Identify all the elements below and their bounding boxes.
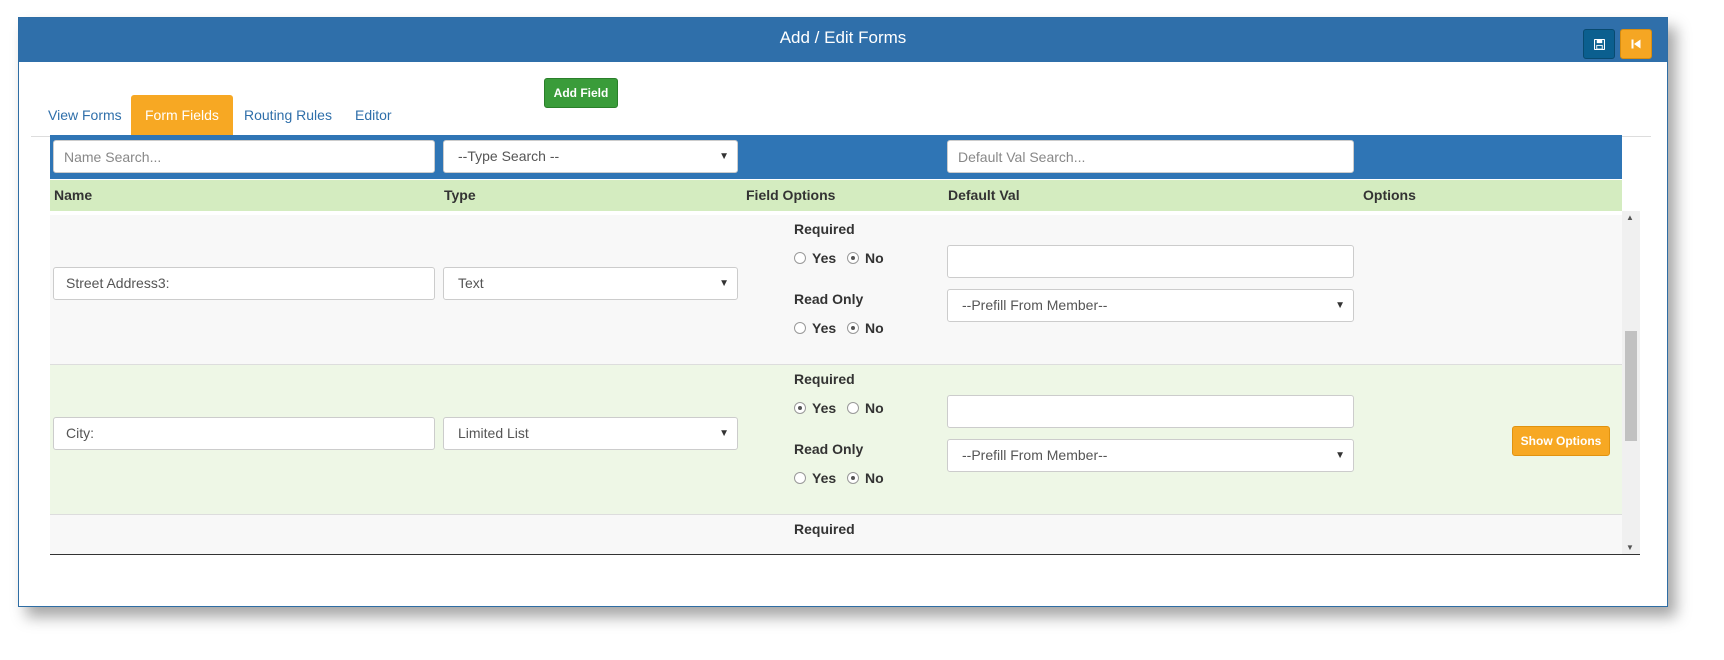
search-row: --Type Search -- ▼ xyxy=(50,135,1622,179)
required-no-radio[interactable] xyxy=(847,402,859,414)
required-yes-label: Yes xyxy=(812,400,837,416)
caret-down-icon: ▼ xyxy=(1335,450,1345,461)
required-label: Required xyxy=(794,371,855,387)
floppy-disk-icon xyxy=(1593,38,1605,50)
read-only-yes-radio[interactable] xyxy=(794,472,806,484)
show-options-button[interactable]: Show Options xyxy=(1512,426,1610,456)
column-header-options: Options xyxy=(1363,187,1416,203)
caret-down-icon: ▼ xyxy=(719,151,729,162)
prefill-select[interactable]: --Prefill From Member-- ▼ xyxy=(947,439,1354,472)
read-only-label: Read Only xyxy=(794,291,864,307)
scroll-down-icon[interactable]: ▼ xyxy=(1626,543,1634,552)
default-val-input[interactable] xyxy=(947,245,1354,278)
field-type-select[interactable]: Limited List ▼ xyxy=(443,417,738,450)
default-val-search-input[interactable] xyxy=(947,140,1354,173)
column-header-type: Type xyxy=(444,187,476,203)
type-search-select[interactable]: --Type Search -- ▼ xyxy=(443,140,738,173)
field-type-value: Text xyxy=(458,275,484,291)
required-no-radio[interactable] xyxy=(847,252,859,264)
read-only-label: Read Only xyxy=(794,441,864,457)
table-row: Required xyxy=(50,515,1622,554)
tab-routing-rules[interactable]: Routing Rules xyxy=(230,95,346,136)
read-only-yes-radio[interactable] xyxy=(794,322,806,334)
read-only-yes-label: Yes xyxy=(812,320,837,336)
required-label: Required xyxy=(794,221,855,237)
prefill-value: --Prefill From Member-- xyxy=(962,447,1108,463)
column-header-name: Name xyxy=(54,187,93,203)
read-only-no-radio[interactable] xyxy=(847,322,859,334)
field-type-select[interactable]: Text ▼ xyxy=(443,267,738,300)
table-row: Street Address3: Text ▼ Required Yes No … xyxy=(50,215,1622,365)
read-only-no-radio[interactable] xyxy=(847,472,859,484)
name-search-input[interactable] xyxy=(53,140,435,173)
save-button[interactable] xyxy=(1583,29,1615,59)
caret-down-icon: ▼ xyxy=(719,278,729,289)
tab-bar: View Forms Form Fields Routing Rules Edi… xyxy=(31,77,1651,137)
required-yes-label: Yes xyxy=(812,250,837,266)
tab-view-forms[interactable]: View Forms xyxy=(34,95,136,136)
column-header-row: Name Type Field Options Default Val Opti… xyxy=(50,180,1622,211)
required-yes-radio[interactable] xyxy=(794,252,806,264)
field-type-value: Limited List xyxy=(458,425,529,441)
field-name-input[interactable]: Street Address3: xyxy=(53,267,435,300)
type-search-value: --Type Search -- xyxy=(458,148,560,164)
required-label: Required xyxy=(794,521,855,537)
column-header-default-val: Default Val xyxy=(948,187,1020,203)
add-field-button[interactable]: Add Field xyxy=(544,78,618,108)
tab-editor[interactable]: Editor xyxy=(341,95,406,136)
required-yes-radio[interactable] xyxy=(794,402,806,414)
caret-down-icon: ▼ xyxy=(1335,300,1345,311)
prefill-select[interactable]: --Prefill From Member-- ▼ xyxy=(947,289,1354,322)
field-name-input[interactable]: City: xyxy=(53,417,435,450)
back-button[interactable] xyxy=(1620,29,1652,59)
required-no-label: No xyxy=(865,250,884,266)
fields-scroll-area: Street Address3: Text ▼ Required Yes No … xyxy=(50,211,1640,555)
column-header-field-options: Field Options xyxy=(746,187,836,203)
forms-window: Add / Edit Forms View Forms Form Fields … xyxy=(18,17,1668,607)
scroll-up-icon[interactable]: ▲ xyxy=(1626,213,1634,222)
table-row: City: Limited List ▼ Required Yes No Rea… xyxy=(50,365,1622,515)
prefill-value: --Prefill From Member-- xyxy=(962,297,1108,313)
default-val-input[interactable] xyxy=(947,395,1354,428)
required-no-label: No xyxy=(865,400,884,416)
read-only-no-label: No xyxy=(865,470,884,486)
vertical-scrollbar[interactable]: ▲ ▼ xyxy=(1622,211,1640,554)
scroll-thumb[interactable] xyxy=(1625,331,1637,441)
window-title: Add / Edit Forms xyxy=(779,28,907,47)
step-backward-icon xyxy=(1631,39,1641,49)
tab-form-fields[interactable]: Form Fields xyxy=(131,95,233,136)
read-only-yes-label: Yes xyxy=(812,470,837,486)
caret-down-icon: ▼ xyxy=(719,428,729,439)
window-titlebar: Add / Edit Forms xyxy=(19,18,1667,62)
read-only-no-label: No xyxy=(865,320,884,336)
